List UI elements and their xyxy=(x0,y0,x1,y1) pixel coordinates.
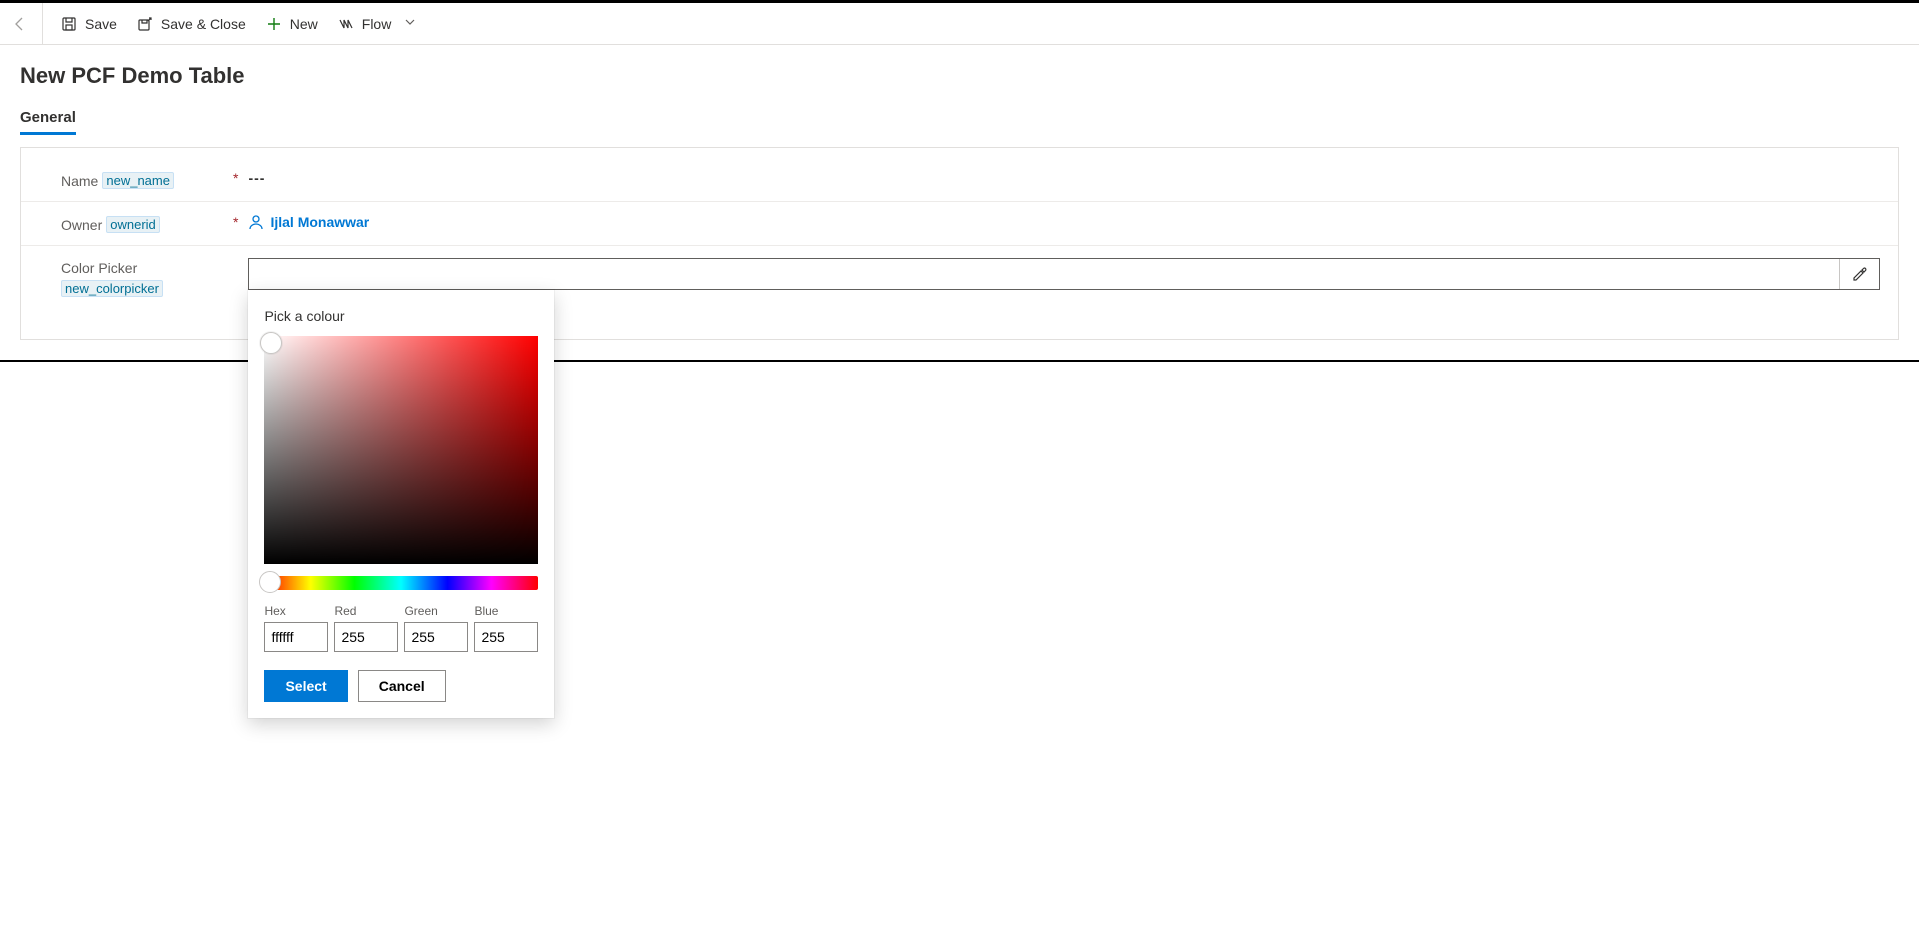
new-label: New xyxy=(290,16,318,32)
blue-label: Blue xyxy=(474,604,538,618)
field-name-label-col: Name new_name xyxy=(61,170,231,189)
tab-bar: General xyxy=(20,109,1899,135)
field-owner-schema: ownerid xyxy=(106,216,160,233)
popover-buttons: Select Cancel xyxy=(264,670,538,702)
hex-input[interactable] xyxy=(264,622,328,652)
hex-label: Hex xyxy=(264,604,328,618)
owner-name: Ijlal Monawwar xyxy=(270,214,369,230)
channel-row: Hex Red Green Blue xyxy=(264,604,538,652)
field-owner: Owner ownerid * Ijlal Monawwar xyxy=(21,202,1898,246)
color-picker-popover: Pick a colour Hex Red xyxy=(248,290,554,718)
color-input[interactable] xyxy=(249,259,1839,289)
field-name-label: Name xyxy=(61,173,98,189)
save-label: Save xyxy=(85,16,117,32)
color-input-wrap xyxy=(248,258,1880,290)
save-close-label: Save & Close xyxy=(161,16,246,32)
eyedropper-button[interactable] xyxy=(1839,259,1879,289)
green-channel: Green xyxy=(404,604,468,652)
hue-wrap xyxy=(264,576,538,590)
popover-title: Pick a colour xyxy=(264,308,538,324)
required-indicator: * xyxy=(233,214,238,230)
green-input[interactable] xyxy=(404,622,468,652)
field-name-value[interactable]: --- xyxy=(248,170,1880,186)
red-channel: Red xyxy=(334,604,398,652)
blue-channel: Blue xyxy=(474,604,538,652)
person-icon xyxy=(248,214,264,230)
red-input[interactable] xyxy=(334,622,398,652)
blue-input[interactable] xyxy=(474,622,538,652)
arrow-left-icon xyxy=(12,16,28,32)
field-color: Color Picker new_colorpicker * Pick a co… xyxy=(21,246,1898,309)
field-owner-value[interactable]: Ijlal Monawwar xyxy=(248,214,1880,230)
saturation-value-area[interactable] xyxy=(264,336,538,564)
field-color-schema: new_colorpicker xyxy=(61,280,163,297)
flow-label: Flow xyxy=(362,16,392,32)
green-label: Green xyxy=(404,604,468,618)
field-name: Name new_name * --- xyxy=(21,158,1898,202)
new-button[interactable]: New xyxy=(256,3,328,45)
divider xyxy=(42,3,43,45)
field-owner-label: Owner xyxy=(61,217,102,233)
command-bar: Save Save & Close New Flow xyxy=(0,3,1919,45)
flow-button[interactable]: Flow xyxy=(328,3,426,45)
hue-slider[interactable] xyxy=(264,576,538,590)
field-color-label-col: Color Picker new_colorpicker xyxy=(61,258,231,297)
sv-area-wrap xyxy=(264,336,538,564)
field-color-label: Color Picker xyxy=(61,260,137,276)
save-icon xyxy=(61,16,77,32)
field-owner-label-col: Owner ownerid xyxy=(61,214,231,233)
hex-channel: Hex xyxy=(264,604,328,652)
flow-icon xyxy=(338,16,354,32)
eyedropper-icon xyxy=(1852,266,1868,282)
page-title: New PCF Demo Table xyxy=(20,63,1899,89)
save-close-button[interactable]: Save & Close xyxy=(127,3,256,45)
tab-general[interactable]: General xyxy=(20,109,76,135)
form-card: Name new_name * --- Owner ownerid * Ijla… xyxy=(20,147,1899,340)
save-close-icon xyxy=(137,16,153,32)
plus-icon xyxy=(266,16,282,32)
select-button[interactable]: Select xyxy=(264,670,347,702)
field-color-value: Pick a colour Hex Red xyxy=(248,258,1880,290)
save-button[interactable]: Save xyxy=(51,3,127,45)
field-name-schema: new_name xyxy=(102,172,174,189)
required-indicator: * xyxy=(233,170,238,186)
cancel-button[interactable]: Cancel xyxy=(358,670,446,702)
page-header: New PCF Demo Table General xyxy=(0,45,1919,135)
back-button[interactable] xyxy=(10,14,30,34)
owner-link[interactable]: Ijlal Monawwar xyxy=(248,214,369,230)
chevron-down-icon xyxy=(405,17,415,30)
red-label: Red xyxy=(334,604,398,618)
